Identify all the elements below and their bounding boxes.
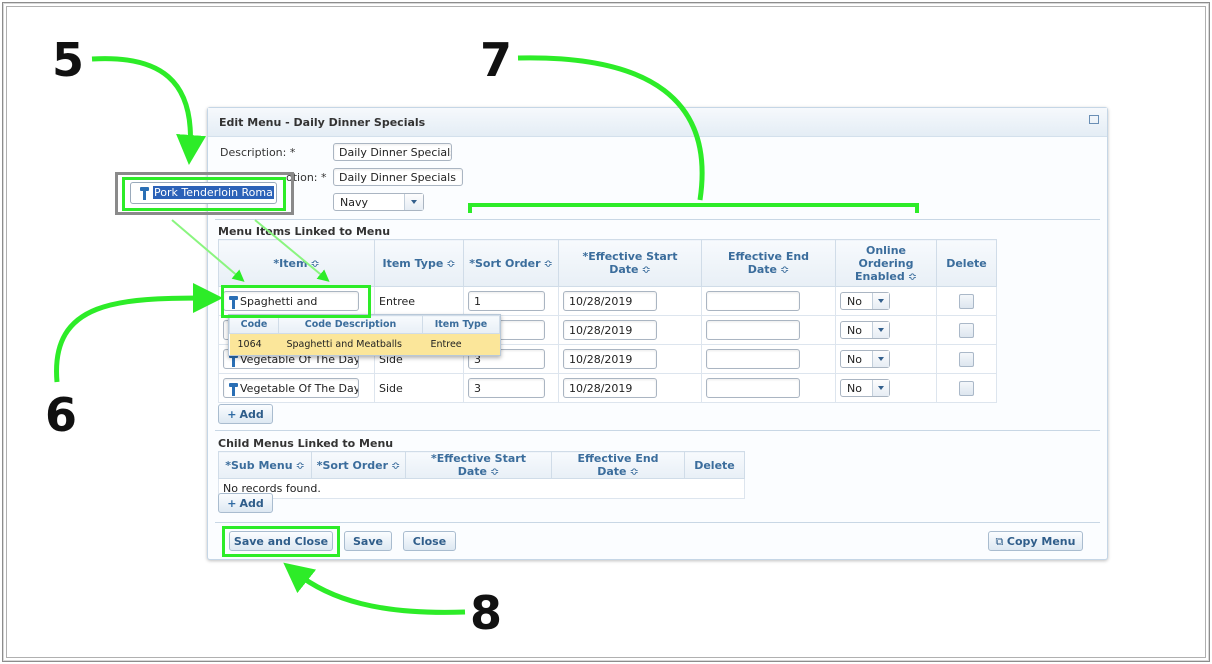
sort-icon: ≎ [446, 256, 456, 270]
delete-checkbox[interactable] [959, 380, 974, 396]
description-label: Description: * [220, 146, 296, 159]
start-date-input[interactable]: 10/28/2019 [563, 291, 657, 311]
sort-icon: ≎ [907, 269, 917, 283]
online-ordering-select[interactable]: No [840, 350, 890, 368]
sort-order-input[interactable]: 1 [468, 291, 545, 311]
column-header-sort-order[interactable]: *Sort Order ≎ [311, 451, 406, 479]
online-ordering-select[interactable]: No [840, 379, 890, 397]
popup-header-description: Code Description [278, 315, 423, 334]
popup-description[interactable]: Spaghetti and Meatballs [278, 333, 423, 355]
dialog-title: Edit Menu - Daily Dinner Specials [219, 116, 426, 129]
divider [215, 522, 1100, 523]
end-date-input[interactable] [706, 378, 800, 398]
popup-item-type[interactable]: Entree [422, 333, 500, 355]
column-header-end-date[interactable]: Effective End Date ≎ [701, 239, 836, 287]
start-date-input[interactable]: 10/28/2019 [563, 320, 657, 340]
item-autocomplete-popup: Code Code Description Item Type 1064 Spa… [228, 314, 501, 356]
copy-icon: ⧉ [995, 535, 1007, 548]
end-date-input[interactable] [706, 320, 800, 340]
column-header-online-ordering[interactable]: Online Ordering Enabled ≎ [835, 239, 937, 287]
sort-icon: ≎ [629, 465, 639, 478]
delete-checkbox[interactable] [959, 351, 974, 367]
popup-code[interactable]: 1064 [229, 333, 279, 355]
empty-message: No records found. [218, 478, 745, 499]
close-button[interactable]: Close [403, 531, 456, 551]
sort-icon: ≎ [391, 458, 401, 472]
delete-checkbox[interactable] [959, 293, 974, 309]
annotation-highlight-5 [122, 177, 286, 211]
table-row: Vegetable Of The Day Side 3 10/28/2019 N… [218, 373, 997, 403]
secondary-description-input[interactable]: Daily Dinner Specials [333, 168, 463, 186]
item-autocomplete-input[interactable]: Vegetable Of The Day [223, 378, 359, 398]
child-menus-table: *Sub Menu ≎ *Sort Order ≎ *Effective Start… [218, 451, 745, 499]
menu-item-icon [229, 382, 238, 396]
online-ordering-select[interactable]: No [840, 321, 890, 339]
popup-header-item-type: Item Type [422, 315, 500, 334]
annotation-number-8: 8 [470, 586, 503, 640]
sort-order-input[interactable]: 3 [468, 378, 545, 398]
column-header-sort-order[interactable]: *Sort Order ≎ [463, 239, 559, 287]
popup-result-row[interactable]: 1064 Spaghetti and Meatballs Entree [229, 333, 500, 355]
restore-window-icon[interactable] [1089, 115, 1099, 124]
column-header-item[interactable]: *Item ≎ [218, 239, 375, 287]
end-date-input[interactable] [706, 291, 800, 311]
divider [215, 219, 1100, 220]
child-menus-section-title: Child Menus Linked to Menu [218, 437, 394, 450]
annotation-highlight-8 [222, 526, 340, 557]
annotation-highlight-6 [221, 285, 371, 318]
sort-icon: ≎ [641, 263, 651, 276]
start-date-input[interactable]: 10/28/2019 [563, 349, 657, 369]
column-header-delete: Delete [936, 239, 997, 287]
end-date-input[interactable] [706, 349, 800, 369]
description-input[interactable]: Daily Dinner Specials [333, 143, 452, 161]
popup-header-code: Code [229, 315, 279, 334]
annotation-number-6: 6 [45, 388, 78, 442]
add-menu-item-button[interactable]: + Add [218, 404, 273, 424]
chevron-down-icon [872, 351, 889, 367]
item-type-cell: Entree [374, 286, 464, 316]
chevron-down-icon [872, 322, 889, 338]
chevron-down-icon [872, 380, 889, 396]
color-select[interactable]: Navy [333, 193, 424, 211]
chevron-down-icon[interactable] [404, 194, 423, 210]
start-date-input[interactable]: 10/28/2019 [563, 378, 657, 398]
color-select-value: Navy [340, 196, 368, 209]
plus-icon: + [227, 408, 237, 421]
save-button[interactable]: Save [344, 531, 392, 551]
dialog-title-bar: Edit Menu - Daily Dinner Specials [208, 108, 1107, 137]
online-ordering-select[interactable]: No [840, 292, 890, 310]
chevron-down-icon [872, 293, 889, 309]
menu-items-section-title: Menu Items Linked to Menu [218, 225, 391, 238]
delete-checkbox[interactable] [959, 322, 974, 338]
divider [215, 430, 1100, 431]
column-header-end-date[interactable]: Effective End Date ≎ [551, 451, 685, 479]
column-header-delete: Delete [684, 451, 745, 479]
column-header-start-date[interactable]: *Effective Start Date ≎ [558, 239, 702, 287]
add-child-menu-button[interactable]: + Add [218, 493, 273, 513]
sort-icon: ≎ [490, 465, 500, 478]
sort-icon: ≎ [543, 256, 553, 270]
plus-icon: + [227, 497, 237, 510]
item-type-cell: Side [374, 373, 464, 403]
sort-icon: ≎ [310, 256, 320, 270]
copy-menu-button[interactable]: ⧉ Copy Menu [988, 531, 1083, 551]
sort-icon: ≎ [780, 263, 790, 276]
column-header-item-type[interactable]: Item Type ≎ [374, 239, 464, 287]
sort-icon: ≎ [295, 458, 305, 472]
annotation-number-7: 7 [480, 33, 513, 87]
annotation-number-5: 5 [52, 33, 85, 87]
column-header-sub-menu[interactable]: *Sub Menu ≎ [218, 451, 312, 479]
column-header-start-date[interactable]: *Effective Start Date ≎ [405, 451, 552, 479]
